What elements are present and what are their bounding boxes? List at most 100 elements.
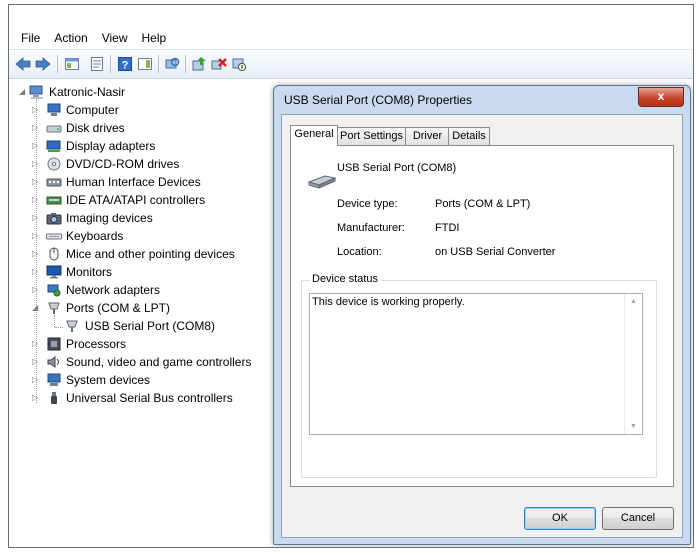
tree-root-label: Katronic-Nasir <box>49 85 126 99</box>
menu-file[interactable]: File <box>9 29 47 45</box>
tree-item-label: Sound, video and game controllers <box>66 355 252 369</box>
location-label: Location: <box>337 246 382 258</box>
tab-driver[interactable]: Driver <box>405 127 450 145</box>
tree-item-label: Universal Serial Bus controllers <box>66 391 233 405</box>
back-arrow-icon[interactable] <box>15 56 31 72</box>
status-scrollbar[interactable]: ▲ ▼ <box>624 294 642 434</box>
properties-dialog: USB Serial Port (COM8) Properties x Gene… <box>273 85 691 545</box>
tree-item-label: Processors <box>66 337 127 351</box>
port-icon <box>66 320 78 332</box>
tree-item-label: Computer <box>66 103 119 117</box>
processor-icon <box>47 337 61 351</box>
menu-view[interactable]: View <box>95 29 135 45</box>
device-name: USB Serial Port (COM8) <box>337 162 457 174</box>
port-icon <box>48 302 60 314</box>
tree-item-label: Display adapters <box>66 139 156 153</box>
tree-item-label: Disk drives <box>66 121 125 135</box>
tree-item-label: System devices <box>66 373 151 387</box>
uninstall-icon[interactable] <box>211 56 227 72</box>
expand-arrow-icon[interactable]: ▷ <box>32 173 38 191</box>
dialog-client-area: General Port Settings Driver Details USB… <box>281 114 683 538</box>
tree-item-label: Monitors <box>66 265 113 279</box>
properties-icon[interactable] <box>89 56 105 72</box>
monitor-icon <box>46 265 62 279</box>
toolbar-separator <box>110 55 111 73</box>
system-devices-icon <box>47 373 61 386</box>
device-manager-window: File Action View Help ? ◢ Katronic-Nasir ▷ … <box>8 4 694 548</box>
computer-icon <box>29 85 43 99</box>
device-status-text: This device is working properly. <box>312 296 465 308</box>
tree-item-label: DVD/CD-ROM drives <box>66 157 180 171</box>
dialog-titlebar[interactable]: USB Serial Port (COM8) Properties x <box>274 86 690 114</box>
expand-arrow-icon[interactable]: ▷ <box>32 209 38 227</box>
expand-arrow-icon[interactable]: ▷ <box>32 119 38 137</box>
disable-device-icon[interactable] <box>231 56 247 72</box>
expand-arrow-icon[interactable]: ▷ <box>32 281 38 299</box>
toolbar-separator <box>158 55 159 73</box>
camera-icon <box>46 213 62 225</box>
collapse-arrow-icon[interactable]: ◢ <box>32 299 38 317</box>
serial-port-icon <box>307 175 337 189</box>
device-status-textbox[interactable]: This device is working properly. ▲ ▼ <box>309 293 643 435</box>
tree-item-label: IDE ATA/ATAPI controllers <box>66 193 206 207</box>
disk-drive-icon <box>46 125 62 133</box>
manufacturer-label: Manufacturer: <box>337 222 405 234</box>
tab-general[interactable]: General <box>290 125 338 146</box>
menu-action[interactable]: Action <box>47 29 94 45</box>
location-value: on USB Serial Converter <box>435 246 556 258</box>
dvd-drive-icon <box>47 157 61 171</box>
menu-bar: File Action View Help <box>9 29 693 49</box>
tree-item-label: Human Interface Devices <box>66 175 201 189</box>
forward-arrow-icon[interactable] <box>35 56 51 72</box>
expand-arrow-icon[interactable]: ▷ <box>32 227 38 245</box>
tree-guide-line <box>54 315 55 327</box>
scroll-up-icon[interactable]: ▲ <box>630 298 637 305</box>
keyboard-icon <box>46 233 62 240</box>
manufacturer-value: FTDI <box>435 222 460 234</box>
device-status-group: Device status This device is working pro… <box>301 273 657 478</box>
expand-arrow-icon[interactable]: ▷ <box>32 353 38 371</box>
tree-item-label: Imaging devices <box>66 211 153 225</box>
display-adapter-icon <box>46 140 61 152</box>
tab-port-settings[interactable]: Port Settings <box>336 127 407 145</box>
network-adapter-icon <box>47 284 61 297</box>
device-status-label: Device status <box>310 273 381 285</box>
expand-arrow-icon[interactable]: ▷ <box>32 155 38 173</box>
expand-arrow-icon[interactable]: ▷ <box>32 335 38 353</box>
toolbar-separator <box>185 55 186 73</box>
expand-arrow-icon[interactable]: ▷ <box>32 101 38 119</box>
expand-arrow-icon[interactable]: ▷ <box>32 191 38 209</box>
update-driver-icon[interactable] <box>191 56 207 72</box>
tab-details[interactable]: Details <box>448 127 490 145</box>
tree-item-label: USB Serial Port (COM8) <box>85 319 216 333</box>
expand-arrow-icon[interactable]: ▷ <box>32 263 38 281</box>
device-type-label: Device type: <box>337 198 398 210</box>
device-type-value: Ports (COM & LPT) <box>435 198 531 210</box>
mouse-icon <box>49 247 59 261</box>
general-tab-panel: USB Serial Port (COM8) Device type: Port… <box>290 145 674 487</box>
svg-text:?: ? <box>122 60 129 72</box>
collapse-arrow-icon[interactable]: ◢ <box>19 83 25 101</box>
hid-icon <box>46 178 62 187</box>
close-button[interactable]: x <box>638 87 684 107</box>
help-icon[interactable]: ? <box>117 56 133 72</box>
tree-item-label: Keyboards <box>66 229 124 243</box>
menu-help[interactable]: Help <box>135 29 174 45</box>
expand-arrow-icon[interactable]: ▷ <box>32 371 38 389</box>
show-action-pane-icon[interactable] <box>137 56 153 72</box>
show-hide-console-tree-icon[interactable] <box>64 56 80 72</box>
scroll-down-icon[interactable]: ▼ <box>630 423 637 430</box>
toolbar-separator <box>57 55 58 73</box>
ide-controller-icon <box>46 196 62 205</box>
toolbar: ? <box>9 49 693 79</box>
expand-arrow-icon[interactable]: ▷ <box>32 137 38 155</box>
speaker-icon <box>47 356 59 368</box>
close-icon: x <box>657 89 665 103</box>
dialog-title: USB Serial Port (COM8) Properties <box>284 93 473 107</box>
tree-guide-line <box>55 327 63 328</box>
expand-arrow-icon[interactable]: ▷ <box>32 389 38 407</box>
ok-button[interactable]: OK <box>524 507 596 530</box>
scan-hardware-icon[interactable] <box>164 56 180 72</box>
expand-arrow-icon[interactable]: ▷ <box>32 245 38 263</box>
cancel-button[interactable]: Cancel <box>602 507 674 530</box>
